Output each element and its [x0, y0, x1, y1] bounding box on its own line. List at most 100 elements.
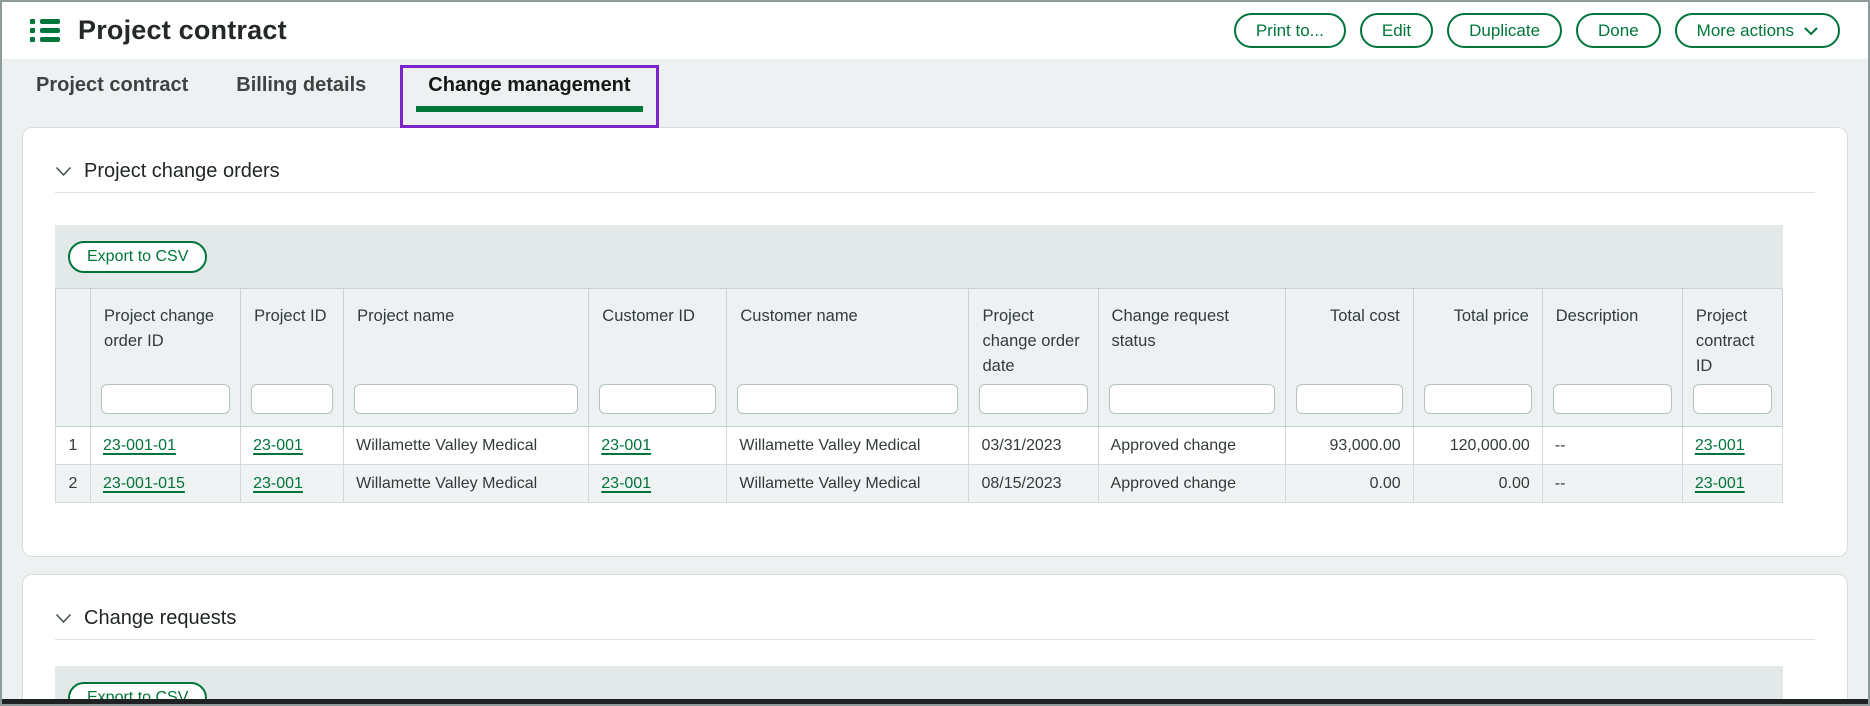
link-project_id[interactable]: 23-001: [253, 475, 303, 492]
more-actions-label: More actions: [1697, 22, 1794, 39]
column-header-contract_id: Project contract ID: [1682, 289, 1782, 427]
cell-project_id: 23-001: [241, 465, 344, 503]
column-label: Total price: [1415, 290, 1541, 329]
column-header-customer_name: Customer name: [727, 289, 969, 427]
chevron-down-icon: [1804, 26, 1818, 36]
project-change-orders-table: Project change order IDProject IDProject…: [55, 288, 1783, 503]
cell-pco_date: 08/15/2023: [969, 465, 1098, 503]
cell-pco_id: 23-001-015: [91, 465, 241, 503]
tab-project-contract-label: Project contract: [36, 74, 188, 97]
cell-row_num: 2: [56, 465, 91, 503]
cell-contract_id: 23-001: [1682, 465, 1782, 503]
column-label: Project ID: [242, 290, 342, 329]
column-header-project_id: Project ID: [241, 289, 344, 427]
cell-pco_date: 03/31/2023: [969, 427, 1098, 465]
section-header-change-requests: Change requests: [55, 605, 1815, 640]
table-row: 2 23-001-015 23-001 Willamette Valley Medic…: [56, 465, 1783, 503]
cell-project_name: Willamette Valley Medical: [344, 427, 589, 465]
link-contract_id[interactable]: 23-001: [1695, 437, 1745, 454]
cell-contract_id: 23-001: [1682, 427, 1782, 465]
list-menu-icon[interactable]: [30, 19, 60, 42]
column-label: Total cost: [1287, 290, 1412, 329]
filter-input-project_id[interactable]: [251, 384, 333, 414]
column-header-row_num: [56, 289, 91, 427]
column-header-total_cost: Total cost: [1285, 289, 1413, 427]
link-project_id[interactable]: 23-001: [253, 437, 303, 454]
grid-toolbar: Export to CSV: [55, 225, 1783, 288]
tab-change-management-label: Change management: [428, 74, 630, 97]
active-tab-underline: [416, 106, 642, 112]
column-header-pco_date: Project change order date: [969, 289, 1098, 427]
filter-input-customer_name[interactable]: [737, 384, 958, 414]
cell-description: --: [1542, 465, 1682, 503]
tab-billing-details-label: Billing details: [236, 74, 366, 97]
filter-input-pco_id[interactable]: [101, 384, 230, 414]
duplicate-label: Duplicate: [1469, 22, 1540, 39]
cell-row_num: 1: [56, 427, 91, 465]
done-label: Done: [1598, 22, 1639, 39]
cell-customer_name: Willamette Valley Medical: [727, 427, 969, 465]
section-title: Project change orders: [84, 158, 280, 184]
tab-billing-details[interactable]: Billing details: [236, 59, 366, 112]
column-header-customer_id: Customer ID: [589, 289, 727, 427]
filter-input-pco_date[interactable]: [979, 384, 1087, 414]
cell-total_cost: 0.00: [1285, 465, 1413, 503]
tab-bar: Project contract Billing details Change …: [2, 59, 1868, 112]
column-label: Customer name: [728, 290, 967, 329]
project-change-orders-panel: Project change orders Export to CSV Proj…: [22, 127, 1848, 557]
table-header-row: Project change order IDProject IDProject…: [56, 289, 1783, 427]
filter-input-total_price[interactable]: [1424, 384, 1532, 414]
edit-label: Edit: [1382, 22, 1411, 39]
tab-project-contract[interactable]: Project contract: [36, 59, 188, 112]
collapse-chevron-icon[interactable]: [55, 613, 72, 624]
column-header-cr_status: Change request status: [1098, 289, 1285, 427]
cell-customer_id: 23-001: [589, 465, 727, 503]
column-label: Project name: [345, 290, 587, 329]
section-title: Change requests: [84, 605, 236, 631]
column-label: Project change order ID: [92, 290, 239, 354]
column-label: Project contract ID: [1684, 290, 1781, 378]
column-header-pco_id: Project change order ID: [91, 289, 241, 427]
cell-cr_status: Approved change: [1098, 427, 1285, 465]
link-pco_id[interactable]: 23-001-01: [103, 437, 176, 454]
more-actions-button[interactable]: More actions: [1675, 13, 1840, 48]
change-requests-panel: Change requests Export to CSV: [22, 574, 1848, 706]
cell-customer_name: Willamette Valley Medical: [727, 465, 969, 503]
link-contract_id[interactable]: 23-001: [1695, 475, 1745, 492]
tab-change-management[interactable]: Change management: [414, 59, 644, 112]
column-header-total_price: Total price: [1413, 289, 1542, 427]
collapse-chevron-icon[interactable]: [55, 166, 72, 177]
filter-input-contract_id[interactable]: [1693, 384, 1772, 414]
column-label: Description: [1544, 290, 1681, 329]
column-header-description: Description: [1542, 289, 1682, 427]
done-button[interactable]: Done: [1576, 13, 1661, 48]
filter-input-total_cost[interactable]: [1296, 384, 1403, 414]
link-customer_id[interactable]: 23-001: [601, 437, 651, 454]
export-csv-label: Export to CSV: [87, 249, 188, 265]
top-header: Project contract Print to... Edit Duplic…: [2, 2, 1868, 59]
cell-total_price: 120,000.00: [1413, 427, 1542, 465]
filter-input-customer_id[interactable]: [599, 384, 716, 414]
cell-project_id: 23-001: [241, 427, 344, 465]
table-row: 1 23-001-01 23-001 Willamette Valley Medica…: [56, 427, 1783, 465]
app-window: Project contract Print to... Edit Duplic…: [0, 0, 1870, 706]
edit-button[interactable]: Edit: [1360, 13, 1433, 48]
column-label: Change request status: [1100, 290, 1284, 354]
cell-project_name: Willamette Valley Medical: [344, 465, 589, 503]
cell-description: --: [1542, 427, 1682, 465]
link-pco_id[interactable]: 23-001-015: [103, 475, 185, 492]
export-to-csv-button[interactable]: Export to CSV: [68, 241, 207, 273]
cell-pco_id: 23-001-01: [91, 427, 241, 465]
link-customer_id[interactable]: 23-001: [601, 475, 651, 492]
duplicate-button[interactable]: Duplicate: [1447, 13, 1562, 48]
filter-input-project_name[interactable]: [354, 384, 578, 414]
section-header-project-change-orders: Project change orders: [55, 158, 1815, 193]
cell-customer_id: 23-001: [589, 427, 727, 465]
page-title: Project contract: [78, 15, 287, 46]
project-change-orders-grid: Export to CSV Project change order IDPro…: [55, 225, 1783, 503]
filter-input-description[interactable]: [1553, 384, 1672, 414]
column-label: Project change order date: [970, 290, 1096, 378]
cell-total_cost: 93,000.00: [1285, 427, 1413, 465]
print-to-button[interactable]: Print to...: [1234, 13, 1346, 48]
filter-input-cr_status[interactable]: [1109, 384, 1275, 414]
